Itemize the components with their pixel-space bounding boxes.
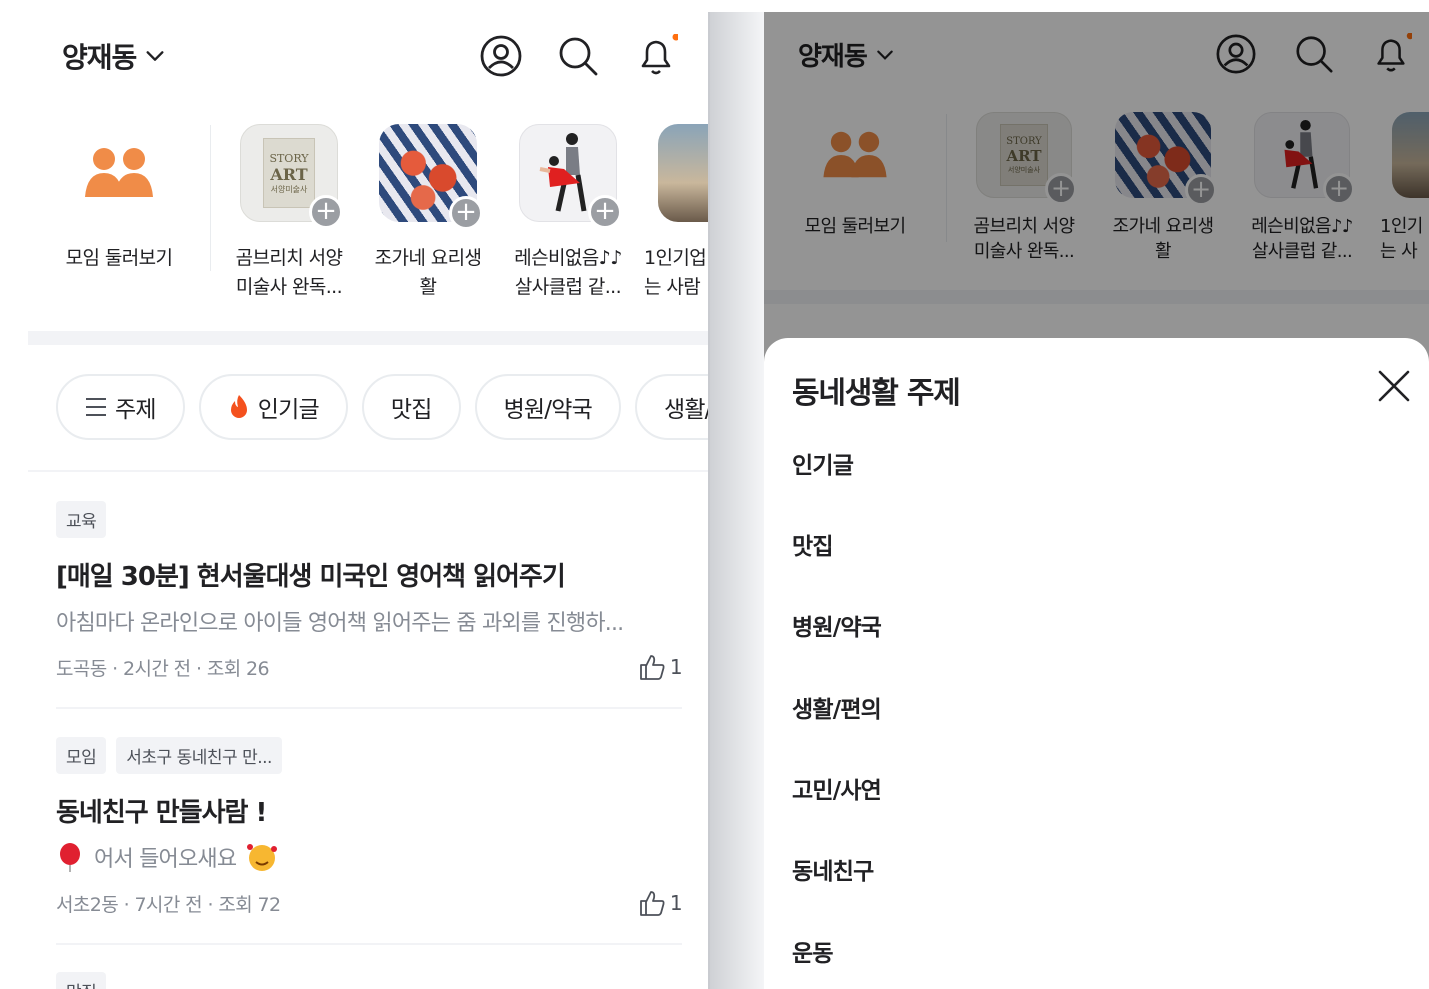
category-tag: 교육 (56, 501, 107, 538)
join-plus-icon[interactable]: + (449, 196, 483, 230)
join-plus-icon[interactable]: + (309, 195, 343, 229)
topic-item-popular[interactable]: 인기글 (792, 446, 854, 480)
post-title: 동네친구 만들사람 ! (56, 798, 267, 828)
story-label: 모임 둘러보기 (65, 247, 173, 269)
topic-item-restaurants[interactable]: 맛집 (792, 527, 834, 561)
smiling-face-with-hearts-icon (247, 844, 278, 871)
topic-item-hospital-pharmacy[interactable]: 병원/약국 (792, 608, 882, 642)
topic-sheet-screen: 양재동 모임 둘러보기 STORY ART 서양미술사 + 곰브리치 서양 미술사… (764, 12, 1429, 989)
chip-hospital-pharmacy[interactable]: 병원/약국 (474, 374, 621, 440)
chip-label: 병원/약국 (503, 397, 593, 423)
divider (56, 943, 682, 945)
book-cover-line: ART (270, 164, 308, 184)
group-icon (70, 124, 168, 222)
post-preview-text: 어서 들어오새요 (94, 847, 237, 872)
book-thumbnail: STORY ART 서양미술사 + (240, 124, 343, 229)
story-label: 곰브리치 서양 미술사 완독... (235, 247, 343, 298)
chip-living[interactable]: 생활/ (634, 374, 708, 440)
thumbs-up-icon (639, 655, 665, 680)
story-browse-groups[interactable]: 모임 둘러보기 (54, 120, 184, 273)
like-count[interactable]: 1 (638, 653, 683, 681)
story-solo-business[interactable]: 1인기업 는 사람 (640, 120, 708, 302)
chip-label: 인기글 (257, 397, 320, 423)
chip-label: 생활/ (663, 397, 708, 423)
like-number: 1 (669, 655, 683, 679)
profile-icon[interactable] (479, 34, 523, 78)
balloon-icon (60, 843, 80, 872)
home-screen: 양재동 모임 둘러보기 STORY ART 서양미술사 + 곰브리치 서양 미술사… (0, 0, 708, 989)
story-gombrich[interactable]: STORY ART 서양미술사 + 곰브리치 서양 미술사 완독... (224, 120, 354, 302)
post-item[interactable]: 맛집 (56, 972, 682, 989)
close-icon[interactable] (1376, 368, 1412, 404)
topic-chips: 주제 인기글 맛집 병원/약국 생활/ (56, 374, 708, 440)
post-meta: 도곡동 · 2시간 전 · 조회 26 (56, 657, 270, 680)
join-plus-icon[interactable]: + (588, 195, 622, 229)
post-preview: 어서 들어오새요 (56, 841, 682, 873)
post-meta: 서초2동 · 7시간 전 · 조회 72 (56, 893, 281, 916)
book-cover-line: 서양미술사 (270, 184, 308, 194)
like-count[interactable]: 1 (638, 889, 683, 917)
chip-popular[interactable]: 인기글 (198, 374, 348, 440)
chip-topics[interactable]: 주제 (56, 374, 185, 440)
fire-icon (230, 395, 247, 418)
chip-restaurants[interactable]: 맛집 (361, 374, 461, 440)
story-label: 조가네 요리생 활 (374, 247, 482, 298)
divider (56, 707, 682, 709)
dance-thumbnail: + (519, 124, 622, 229)
story-label: 레슨비없음♪♪ 살사클럽 같... (514, 247, 622, 298)
group-tag: 서초구 동네친구 만... (116, 737, 282, 774)
bell-icon[interactable] (634, 34, 678, 78)
thumbs-up-icon (639, 891, 665, 916)
sheet-title: 동네생활 주제 (792, 376, 961, 411)
divider (28, 470, 708, 472)
post-item[interactable]: 교육 [매일 30분] 현서울대생 미국인 영어책 읽어주기 아침마다 온라인으… (56, 501, 683, 681)
post-preview: 아침마다 온라인으로 아이들 영어책 읽어주는 줌 과외를 진행하... (56, 611, 624, 636)
topic-item-neighbor-friends[interactable]: 동네친구 (792, 852, 874, 886)
top-bar: 양재동 (0, 0, 708, 110)
book-cover-line: STORY (269, 151, 309, 165)
topic-bottom-sheet: 동네생활 주제 인기글 맛집 병원/약국 생활/편의 고민/사연 동네친구 운동 (764, 338, 1429, 989)
location-selector[interactable]: 양재동 (62, 36, 166, 76)
chevron-down-icon (146, 51, 164, 61)
person-thumbnail (658, 124, 708, 222)
chip-label: 주제 (115, 397, 157, 423)
notification-dot (672, 34, 678, 41)
story-salsa[interactable]: + 레슨비없음♪♪ 살사클럽 같... (503, 120, 633, 302)
story-label: 1인기업 는 사람 (644, 247, 707, 298)
food-thumbnail: + (379, 124, 483, 230)
category-tag: 맛집 (56, 972, 107, 989)
post-title: [매일 30분] 현서울대생 미국인 영어책 읽어주기 (56, 562, 566, 592)
location-label: 양재동 (62, 41, 137, 74)
section-gap (28, 331, 708, 345)
group-stories: 모임 둘러보기 STORY ART 서양미술사 + 곰브리치 서양 미술사 완독.… (0, 120, 708, 310)
category-tag: 모임 (56, 737, 107, 774)
divider (210, 125, 211, 271)
chip-label: 맛집 (390, 397, 433, 423)
topic-item-exercise[interactable]: 운동 (792, 934, 834, 968)
post-item[interactable]: 모임 서초구 동네친구 만... 동네친구 만들사람 ! 어서 들어오새요 서초… (56, 737, 683, 917)
search-icon[interactable] (556, 34, 600, 78)
screen-gap (710, 12, 764, 989)
topic-item-living[interactable]: 생활/편의 (792, 690, 882, 724)
like-number: 1 (669, 891, 683, 915)
story-cooking[interactable]: + 조가네 요리생 활 (363, 120, 493, 302)
menu-icon (86, 398, 106, 416)
topic-item-worries[interactable]: 고민/사연 (792, 771, 882, 805)
